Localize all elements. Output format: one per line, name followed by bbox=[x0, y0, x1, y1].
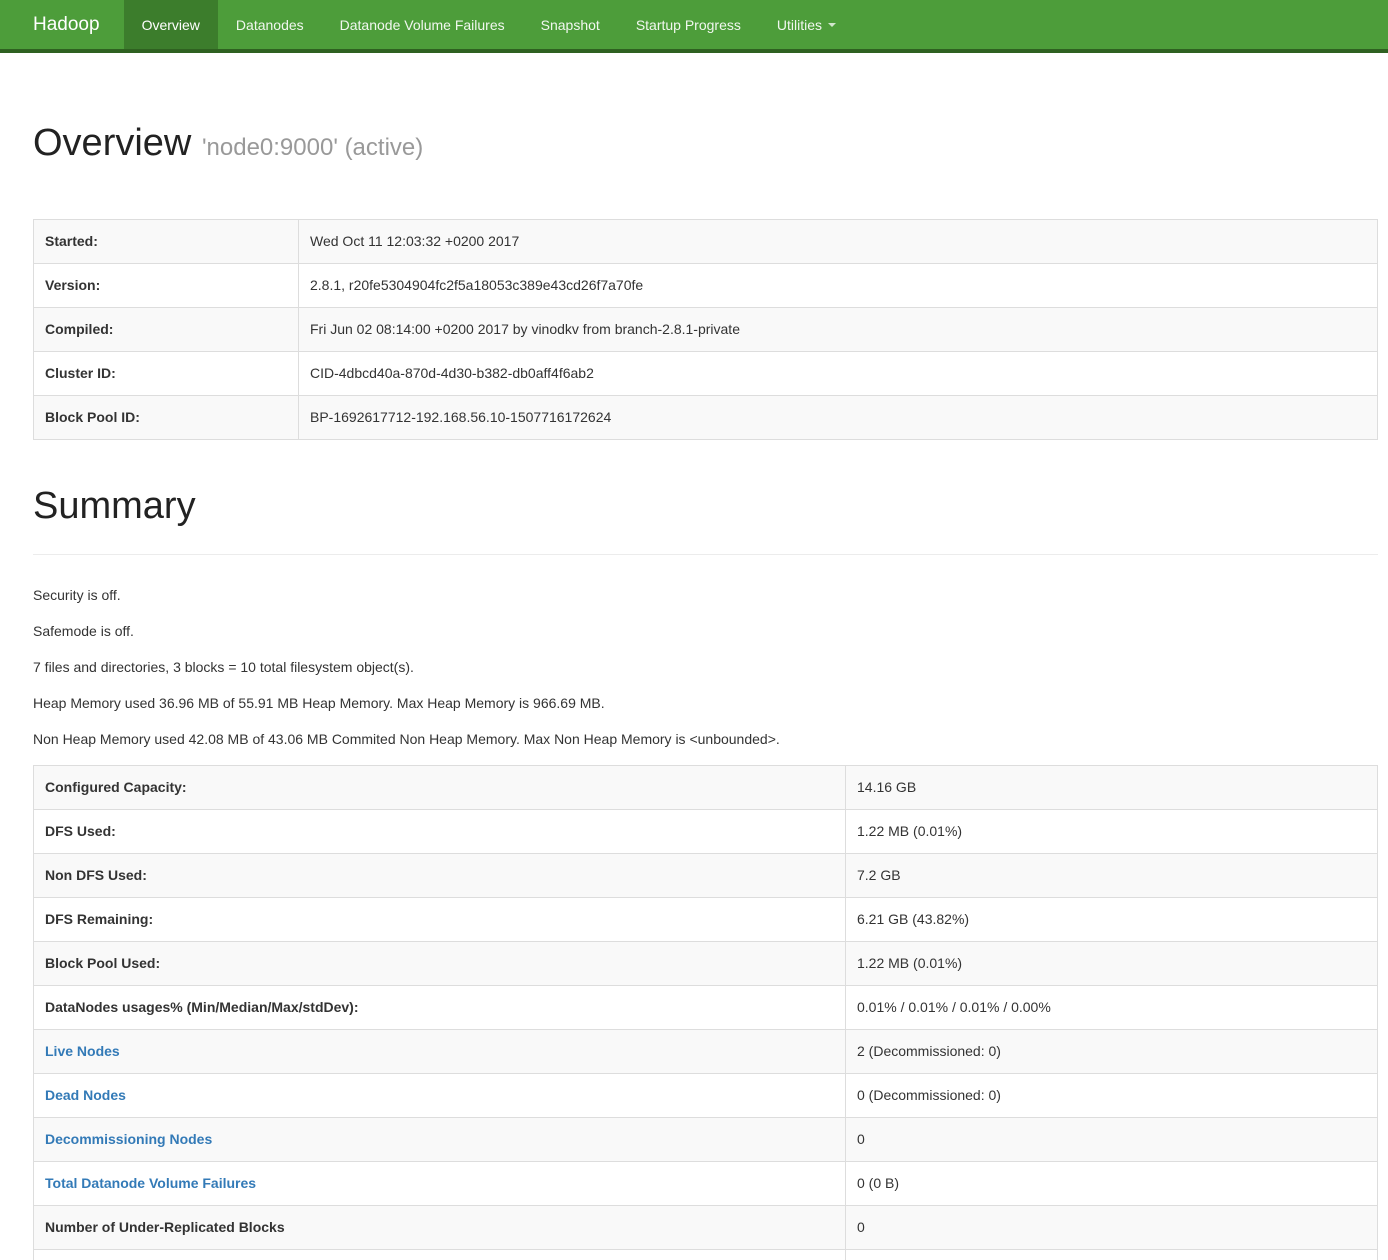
table-row: Non DFS Used:7.2 GB bbox=[34, 853, 1378, 897]
nav-item-startup-progress: Startup Progress bbox=[618, 0, 759, 49]
summary-paragraph: 7 files and directories, 3 blocks = 10 t… bbox=[33, 657, 1378, 677]
table-row: Total Datanode Volume Failures 0 (0 B) bbox=[34, 1161, 1378, 1205]
row-value: 1.22 MB (0.01%) bbox=[846, 941, 1378, 985]
page-title-text: Overview bbox=[33, 122, 191, 164]
row-value: 14.16 GB bbox=[846, 765, 1378, 809]
row-value: 0 bbox=[846, 1205, 1378, 1249]
row-label: Number of Under-Replicated Blocks bbox=[34, 1205, 846, 1249]
table-row: Started:Wed Oct 11 12:03:32 +0200 2017 bbox=[34, 219, 1378, 263]
table-row: DataNodes usages% (Min/Median/Max/stdDev… bbox=[34, 985, 1378, 1029]
row-label: DFS Remaining: bbox=[34, 897, 846, 941]
page-subtitle: 'node0:9000' (active) bbox=[202, 134, 423, 161]
nav-item-datanode-volume-failures: Datanode Volume Failures bbox=[322, 0, 523, 49]
navbar: Hadoop OverviewDatanodesDatanode Volume … bbox=[0, 0, 1388, 53]
row-label: Number of Blocks Pending Deletion bbox=[34, 1249, 846, 1260]
row-label: Started: bbox=[34, 219, 299, 263]
table-row: Configured Capacity:14.16 GB bbox=[34, 765, 1378, 809]
row-label: Decommissioning Nodes bbox=[34, 1117, 846, 1161]
chevron-down-icon bbox=[828, 23, 836, 27]
nav-item-overview: Overview bbox=[124, 0, 218, 49]
row-value: Fri Jun 02 08:14:00 +0200 2017 by vinodk… bbox=[299, 307, 1378, 351]
row-label: Total Datanode Volume Failures bbox=[34, 1161, 846, 1205]
row-label: Configured Capacity: bbox=[34, 765, 846, 809]
nav-item-datanodes: Datanodes bbox=[218, 0, 322, 49]
row-value: 0 bbox=[846, 1117, 1378, 1161]
row-label: Version: bbox=[34, 263, 299, 307]
main-content: Overview 'node0:9000' (active) Started:W… bbox=[33, 123, 1378, 1260]
summary-table-body: Configured Capacity:14.16 GBDFS Used:1.2… bbox=[34, 765, 1378, 1260]
summary-paragraphs: Security is off. Safemode is off. 7 files … bbox=[33, 585, 1378, 749]
table-row: Dead Nodes 0 (Decommissioned: 0) bbox=[34, 1073, 1378, 1117]
overview-table: Started:Wed Oct 11 12:03:32 +0200 2017Ve… bbox=[33, 219, 1378, 440]
summary-paragraph: Non Heap Memory used 42.08 MB of 43.06 M… bbox=[33, 729, 1378, 749]
row-label: Block Pool Used: bbox=[34, 941, 846, 985]
table-row: Number of Blocks Pending Deletion0 bbox=[34, 1249, 1378, 1260]
row-value: 2 (Decommissioned: 0) bbox=[846, 1029, 1378, 1073]
nav-item-snapshot: Snapshot bbox=[523, 0, 618, 49]
row-label: Compiled: bbox=[34, 307, 299, 351]
row-value: 0 (0 B) bbox=[846, 1161, 1378, 1205]
page-title: Overview 'node0:9000' (active) bbox=[33, 123, 1378, 165]
nav-link-utilities[interactable]: Utilities bbox=[759, 0, 854, 49]
row-label: DFS Used: bbox=[34, 809, 846, 853]
row-label: Dead Nodes bbox=[34, 1073, 846, 1117]
table-row: Compiled:Fri Jun 02 08:14:00 +0200 2017 … bbox=[34, 307, 1378, 351]
overview-table-body: Started:Wed Oct 11 12:03:32 +0200 2017Ve… bbox=[34, 219, 1378, 439]
row-value: 6.21 GB (43.82%) bbox=[846, 897, 1378, 941]
row-value: 1.22 MB (0.01%) bbox=[846, 809, 1378, 853]
row-value: 7.2 GB bbox=[846, 853, 1378, 897]
row-value: 2.8.1, r20fe5304904fc2f5a18053c389e43cd2… bbox=[299, 263, 1378, 307]
row-value: 0 (Decommissioned: 0) bbox=[846, 1073, 1378, 1117]
summary-paragraph: Heap Memory used 36.96 MB of 55.91 MB He… bbox=[33, 693, 1378, 713]
summary-paragraph: Safemode is off. bbox=[33, 621, 1378, 641]
table-row: Number of Under-Replicated Blocks0 bbox=[34, 1205, 1378, 1249]
row-label: DataNodes usages% (Min/Median/Max/stdDev… bbox=[34, 985, 846, 1029]
row-value: BP-1692617712-192.168.56.10-150771617262… bbox=[299, 395, 1378, 439]
nav-item-utilities: Utilities bbox=[759, 0, 854, 49]
table-row: DFS Remaining:6.21 GB (43.82%) bbox=[34, 897, 1378, 941]
row-link[interactable]: Live Nodes bbox=[45, 1043, 120, 1059]
nav-link-overview[interactable]: Overview bbox=[124, 0, 218, 49]
summary-paragraph: Security is off. bbox=[33, 585, 1378, 605]
table-row: Block Pool Used:1.22 MB (0.01%) bbox=[34, 941, 1378, 985]
row-value: 0.01% / 0.01% / 0.01% / 0.00% bbox=[846, 985, 1378, 1029]
table-row: Block Pool ID:BP-1692617712-192.168.56.1… bbox=[34, 395, 1378, 439]
row-value: 0 bbox=[846, 1249, 1378, 1260]
nav-link-snapshot[interactable]: Snapshot bbox=[523, 0, 618, 49]
nav-link-startup-progress[interactable]: Startup Progress bbox=[618, 0, 759, 49]
row-label: Block Pool ID: bbox=[34, 395, 299, 439]
navbar-brand[interactable]: Hadoop bbox=[0, 0, 120, 49]
row-label: Cluster ID: bbox=[34, 351, 299, 395]
row-label: Live Nodes bbox=[34, 1029, 846, 1073]
row-link[interactable]: Dead Nodes bbox=[45, 1087, 126, 1103]
table-row: Cluster ID:CID-4dbcd40a-870d-4d30-b382-d… bbox=[34, 351, 1378, 395]
row-link[interactable]: Total Datanode Volume Failures bbox=[45, 1175, 256, 1191]
navbar-menu: OverviewDatanodesDatanode Volume Failure… bbox=[124, 0, 854, 49]
nav-link-datanode-volume-failures[interactable]: Datanode Volume Failures bbox=[322, 0, 523, 49]
table-row: DFS Used:1.22 MB (0.01%) bbox=[34, 809, 1378, 853]
table-row: Live Nodes 2 (Decommissioned: 0) bbox=[34, 1029, 1378, 1073]
row-link[interactable]: Decommissioning Nodes bbox=[45, 1131, 212, 1147]
nav-link-datanodes[interactable]: Datanodes bbox=[218, 0, 322, 49]
row-value: Wed Oct 11 12:03:32 +0200 2017 bbox=[299, 219, 1378, 263]
summary-heading: Summary bbox=[33, 486, 1378, 555]
row-label: Non DFS Used: bbox=[34, 853, 846, 897]
table-row: Version:2.8.1, r20fe5304904fc2f5a18053c3… bbox=[34, 263, 1378, 307]
summary-table: Configured Capacity:14.16 GBDFS Used:1.2… bbox=[33, 765, 1378, 1260]
row-value: CID-4dbcd40a-870d-4d30-b382-db0aff4f6ab2 bbox=[299, 351, 1378, 395]
table-row: Decommissioning Nodes 0 bbox=[34, 1117, 1378, 1161]
